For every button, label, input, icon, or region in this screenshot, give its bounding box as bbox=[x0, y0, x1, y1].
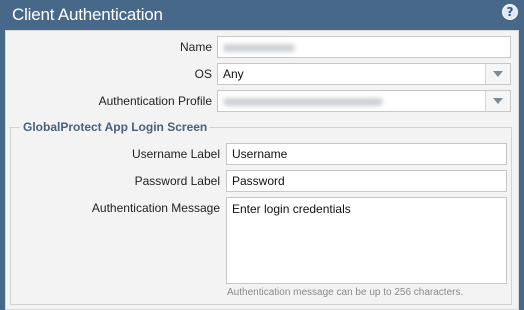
chevron-down-icon bbox=[493, 71, 503, 77]
password-label-label: Password Label bbox=[134, 174, 220, 188]
username-label-label: Username Label bbox=[131, 147, 220, 161]
name-label: Name bbox=[179, 40, 212, 54]
auth-profile-label: Authentication Profile bbox=[98, 94, 212, 108]
os-value: Any bbox=[223, 67, 244, 81]
dialog-titlebar: Client Authentication ? bbox=[0, 0, 524, 30]
auth-message-textarea[interactable]: Enter login credentials bbox=[226, 197, 507, 284]
auth-message-label: Authentication Message bbox=[91, 201, 220, 215]
auth-message-value: Enter login credentials bbox=[232, 202, 351, 216]
client-authentication-dialog: Client Authentication ? Name OS Any Auth… bbox=[0, 0, 524, 310]
name-input[interactable] bbox=[217, 36, 511, 58]
auth-profile-select[interactable] bbox=[217, 90, 511, 112]
help-icon[interactable]: ? bbox=[502, 4, 518, 20]
username-label-value: Username bbox=[232, 147, 288, 161]
username-label-input[interactable]: Username bbox=[226, 143, 507, 165]
chevron-down-icon bbox=[493, 98, 503, 104]
password-label-input[interactable]: Password bbox=[226, 170, 507, 192]
os-dropdown-button[interactable] bbox=[485, 64, 510, 84]
login-screen-legend: GlobalProtect App Login Screen bbox=[20, 120, 211, 134]
os-select[interactable]: Any bbox=[217, 63, 511, 85]
os-label: OS bbox=[194, 67, 212, 81]
redacted-name bbox=[223, 43, 295, 52]
dialog-title: Client Authentication bbox=[12, 5, 163, 24]
redacted-auth-profile bbox=[223, 97, 383, 106]
auth-profile-dropdown-button[interactable] bbox=[485, 91, 510, 111]
auth-message-hint: Authentication message can be up to 256 … bbox=[227, 287, 464, 298]
password-label-value: Password bbox=[232, 174, 285, 188]
